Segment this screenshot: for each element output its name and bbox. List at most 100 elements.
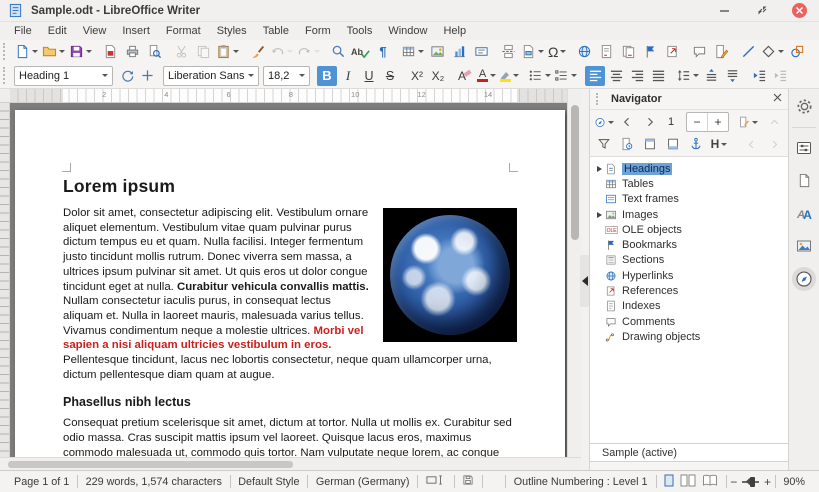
previous-page-icon[interactable] [617, 113, 637, 132]
next-page-icon[interactable] [640, 113, 660, 132]
align-left-button[interactable] [585, 66, 605, 86]
zoom-in-icon[interactable]: + [764, 475, 771, 489]
status-page-style[interactable]: Default Style [230, 476, 307, 488]
tree-item-headings[interactable]: Headings [594, 161, 788, 176]
vertical-scrollbar-thumb[interactable] [571, 105, 579, 240]
insert-bookmark-icon[interactable] [640, 42, 660, 62]
font-color-icon[interactable]: A [476, 66, 497, 86]
superscript-button[interactable]: X² [407, 66, 427, 86]
zoom-slider-thumb[interactable] [750, 477, 755, 487]
tree-item-indexes[interactable]: Indexes [594, 299, 788, 314]
tab-page[interactable] [792, 168, 816, 192]
insert-chart-icon[interactable] [449, 42, 469, 62]
sidebar-collapse-handle[interactable] [580, 255, 589, 307]
basic-shapes-icon[interactable] [760, 42, 785, 62]
status-page-info[interactable]: Page 1 of 1 [6, 476, 77, 488]
selection-mode-icon[interactable] [418, 474, 454, 489]
insert-footnote-icon[interactable] [596, 42, 616, 62]
open-icon[interactable] [41, 42, 66, 62]
tab-properties[interactable] [792, 127, 816, 159]
spin-plus[interactable]: + [708, 115, 728, 129]
increase-paragraph-spacing-icon[interactable] [701, 66, 721, 86]
undo-icon[interactable] [269, 42, 294, 62]
zoom-out-icon[interactable]: − [730, 475, 737, 489]
tree-item-sections[interactable]: Sections [594, 253, 788, 268]
unordered-list-icon[interactable] [527, 66, 552, 86]
tree-item-tables[interactable]: Tables [594, 176, 788, 191]
horizontal-scrollbar[interactable] [0, 457, 581, 470]
list-box-icon[interactable] [764, 113, 784, 132]
expand-icon[interactable] [594, 212, 604, 218]
menu-format[interactable]: Format [158, 24, 209, 38]
paste-icon[interactable] [215, 42, 240, 62]
align-right-button[interactable] [627, 66, 647, 86]
font-size-combo[interactable]: 18,2 [263, 66, 310, 86]
print-icon[interactable] [122, 42, 142, 62]
align-center-button[interactable] [606, 66, 626, 86]
toolbar-drag-handle[interactable] [3, 67, 10, 85]
book-view-icon[interactable] [702, 474, 718, 490]
tree-item-hyperlinks[interactable]: Hyperlinks [594, 268, 788, 283]
redo-icon[interactable] [296, 42, 321, 62]
paragraph-style-combo[interactable]: Heading 1 [14, 66, 113, 86]
zoom-slider[interactable]: − + [730, 475, 771, 489]
insert-image-icon[interactable] [427, 42, 447, 62]
new-style-icon[interactable] [137, 66, 157, 86]
special-character-icon[interactable]: Ω [547, 42, 567, 62]
status-word-count[interactable]: 229 words, 1,574 characters [78, 476, 230, 488]
navigator-drag-handle[interactable] [596, 93, 603, 105]
expand-icon[interactable] [594, 166, 604, 172]
toolbar-drag-handle[interactable] [3, 43, 10, 59]
document-modified-icon[interactable] [454, 474, 482, 489]
clear-formatting-icon[interactable]: A [455, 66, 475, 86]
tree-item-bookmarks[interactable]: Bookmarks [594, 237, 788, 252]
formatting-marks-icon[interactable]: ¶ [373, 42, 393, 62]
restore-icon[interactable] [754, 3, 770, 19]
horizontal-scrollbar-thumb[interactable] [8, 461, 293, 468]
update-style-icon[interactable] [117, 66, 137, 86]
document-page[interactable]: Lorem ipsum Dolor sit amet, consectetur … [15, 110, 565, 457]
vertical-ruler[interactable] [0, 103, 10, 457]
line-spacing-icon[interactable] [675, 66, 700, 86]
status-zoom-level[interactable]: 90% [775, 476, 813, 488]
insert-hyperlink-icon[interactable] [574, 42, 594, 62]
navigator-close-icon[interactable] [773, 93, 782, 105]
print-preview-icon[interactable] [144, 42, 164, 62]
tree-item-images[interactable]: Images [594, 207, 788, 222]
tab-navigator[interactable] [792, 267, 816, 291]
insert-text-box-icon[interactable] [471, 42, 491, 62]
insert-comment-icon[interactable] [689, 42, 709, 62]
tree-item-drawing-objects[interactable]: Drawing objects [594, 329, 788, 344]
strikethrough-button[interactable]: S [380, 66, 400, 86]
tree-item-comments[interactable]: Comments [594, 314, 788, 329]
decrease-paragraph-spacing-icon[interactable] [722, 66, 742, 86]
single-page-view-icon[interactable] [664, 474, 674, 490]
draw-functions-icon[interactable] [787, 42, 807, 62]
decrease-indent-icon[interactable] [770, 66, 790, 86]
menu-help[interactable]: Help [435, 24, 474, 38]
minimize-icon[interactable] [716, 3, 732, 19]
status-outline-level[interactable]: Outline Numbering : Level 1 [506, 476, 656, 488]
copy-icon[interactable] [193, 42, 213, 62]
ordered-list-icon[interactable] [553, 66, 578, 86]
menu-edit[interactable]: Edit [40, 24, 75, 38]
find-replace-icon[interactable] [328, 42, 348, 62]
status-language[interactable]: German (Germany) [308, 476, 418, 488]
increase-indent-icon[interactable] [749, 66, 769, 86]
menu-styles[interactable]: Styles [209, 24, 255, 38]
navigator-document-selector[interactable]: Sample (active) [590, 443, 788, 462]
justify-button[interactable] [648, 66, 668, 86]
highlight-color-icon[interactable] [498, 66, 520, 86]
menu-file[interactable]: File [6, 24, 40, 38]
footer-icon[interactable] [663, 135, 683, 154]
sidebar-settings-icon[interactable] [792, 94, 816, 118]
spelling-icon[interactable]: Ab [350, 42, 371, 62]
page-number-spinner[interactable]: − + [686, 112, 729, 132]
navigator-page-number[interactable]: 1 [663, 116, 679, 128]
tree-item-references[interactable]: References [594, 283, 788, 298]
cut-icon[interactable] [171, 42, 191, 62]
set-reminder-icon[interactable] [617, 135, 637, 154]
tree-item-ole-objects[interactable]: OLE OLE objects [594, 222, 788, 237]
promote-level-icon[interactable] [741, 135, 761, 154]
spin-minus[interactable]: − [687, 115, 707, 129]
